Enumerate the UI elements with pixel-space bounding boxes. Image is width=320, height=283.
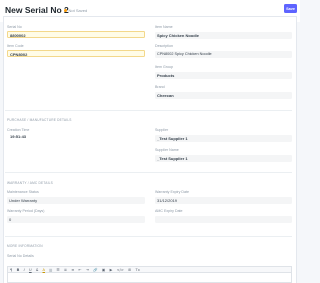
item-code-label: Item Code [7,44,24,48]
supplier-name-field[interactable]: _Test Supplier 1 [155,155,292,162]
serial-no-label: Serial No [7,25,22,29]
page-title: New Serial No 2 [5,5,69,15]
save-button[interactable]: Save [284,4,297,13]
creation-time-value: 19:51:43 [10,134,27,139]
status-indicator: Not Saved [64,8,87,13]
serial-details-label: Serial No Details [7,254,34,258]
creation-time-label: Creation Time [7,128,30,132]
indent-more-icon[interactable]: ⇥ [86,268,89,272]
item-group-label: Item Group [155,65,173,69]
amc-expiry-label: AMC Expiry Date [155,209,183,213]
supplier-name-label: Supplier Name [155,148,179,152]
code-block-icon[interactable]: </> [117,268,124,272]
serial-no-field[interactable]: 8800002 [7,31,145,38]
table-icon[interactable]: ⊞ [128,268,131,272]
item-group-field[interactable]: Products [155,72,292,79]
text-color-icon[interactable]: A [43,268,45,272]
italic-icon[interactable]: I [24,268,25,272]
supplier-field[interactable]: _Test Supplier 1 [155,135,292,142]
description-field[interactable]: CPN8002 Spicy Chicken Noodle [155,51,292,58]
paragraph-style-icon[interactable]: ¶ [10,268,12,272]
description-label: Description [155,44,173,48]
align-icon[interactable]: ≡ [71,268,74,272]
section-divider [5,110,292,111]
brand-field[interactable]: Cheecan [155,92,292,99]
image-icon[interactable]: ▣ [102,268,105,272]
ordered-list-icon[interactable]: ☰ [56,268,59,272]
underline-icon[interactable]: U [29,268,32,272]
editor-toolbar: ¶ B I U S̶ A ▆ ☰ ≣ ≡ ⇤ ⇥ 🔗 ▣ ▶ </> ⊞ Tx [7,266,292,273]
highlight-icon[interactable]: ▆ [49,268,52,272]
maintenance-status-label: Maintenance Status [7,190,39,194]
clear-format-icon[interactable]: Tx [136,268,140,272]
bold-icon[interactable]: B [17,268,20,272]
amc-expiry-field[interactable] [155,216,292,223]
warranty-section-title: WARRANTY / AMC DETAILS [7,181,53,185]
indent-less-icon[interactable]: ⇤ [79,268,82,272]
strikethrough-icon[interactable]: S̶ [36,268,38,272]
section-divider [5,172,292,173]
bullet-list-icon[interactable]: ≣ [64,268,67,272]
serial-details-editor[interactable] [7,273,292,283]
item-name-label: Item Name [155,25,173,29]
link-icon[interactable]: 🔗 [93,268,97,272]
warranty-period-label: Warranty Period (Days) [7,209,45,213]
status-text: Not Saved [68,8,88,13]
supplier-label: Supplier [155,128,169,132]
warranty-period-field[interactable]: 0 [7,216,145,223]
video-icon[interactable]: ▶ [110,268,113,272]
warranty-expiry-label: Warranty Expiry Date [155,190,190,194]
status-dot-icon [64,8,67,12]
item-name-field[interactable]: Spicy Chicken Noodle [155,32,292,39]
purchase-section-title: PURCHASE / MANUFACTURE DETAILS [7,118,72,122]
section-divider [5,236,292,237]
brand-label: Brand [155,85,165,89]
warranty-expiry-field[interactable]: 31/12/2019 [155,197,292,204]
item-code-field[interactable]: CPN8002 [7,50,145,57]
more-info-section-title: MORE INFORMATION [7,244,43,248]
maintenance-status-select[interactable]: Under Warranty [7,197,145,204]
